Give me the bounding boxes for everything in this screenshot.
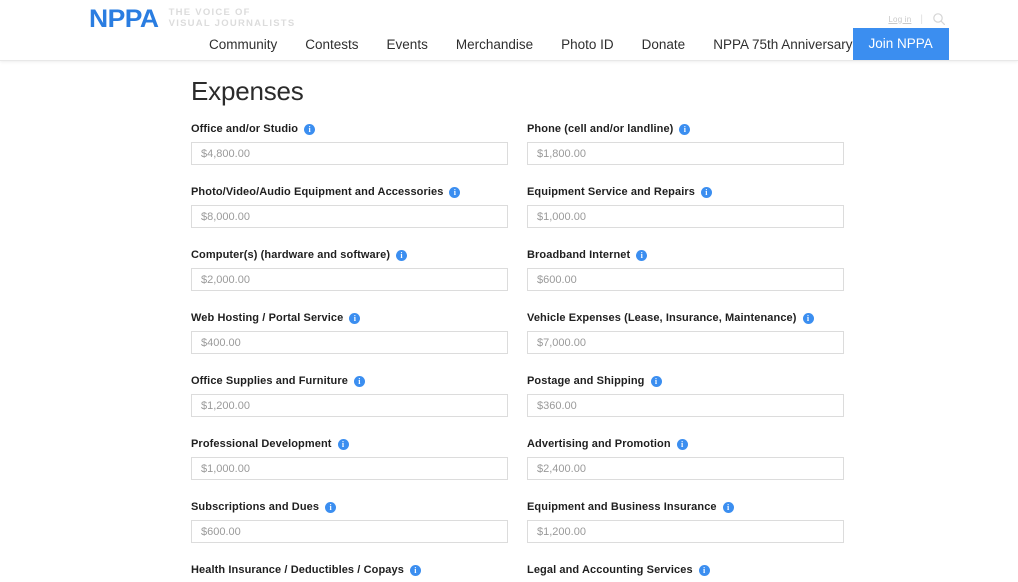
- info-icon[interactable]: i: [700, 186, 712, 198]
- nav-item-contests[interactable]: Contests: [305, 37, 358, 52]
- search-icon[interactable]: [932, 12, 946, 26]
- info-icon[interactable]: i: [325, 501, 337, 513]
- field-label-text: Legal and Accounting Services: [527, 564, 693, 576]
- field-professional-development: Professional Development i: [191, 437, 508, 480]
- expense-input[interactable]: [527, 268, 844, 291]
- expense-input[interactable]: [191, 142, 508, 165]
- expense-input[interactable]: [527, 394, 844, 417]
- expense-input[interactable]: [191, 457, 508, 480]
- info-icon[interactable]: i: [304, 123, 316, 135]
- field-label-text: Equipment Service and Repairs: [527, 186, 695, 198]
- field-computers: Computer(s) (hardware and software) i: [191, 248, 508, 291]
- login-link[interactable]: Log in: [888, 15, 911, 24]
- field-label: Vehicle Expenses (Lease, Insurance, Main…: [527, 311, 844, 325]
- nav-item-merchandise[interactable]: Merchandise: [456, 37, 533, 52]
- field-label: Postage and Shipping i: [527, 374, 844, 388]
- info-icon[interactable]: i: [409, 564, 421, 576]
- field-phone: Phone (cell and/or landline) i: [527, 122, 844, 165]
- brand-wordmark: NPPA: [89, 5, 159, 33]
- field-label: Photo/Video/Audio Equipment and Accessor…: [191, 185, 508, 199]
- expenses-form-grid: Office and/or Studio i Phone (cell and/o…: [191, 122, 845, 582]
- nav-item-donate[interactable]: Donate: [642, 37, 686, 52]
- nav-item-events[interactable]: Events: [387, 37, 428, 52]
- field-vehicle-expenses: Vehicle Expenses (Lease, Insurance, Main…: [527, 311, 844, 354]
- expense-input[interactable]: [191, 520, 508, 543]
- field-label: Legal and Accounting Services i: [527, 563, 844, 577]
- field-office-and-or-studio: Office and/or Studio i: [191, 122, 508, 165]
- expense-input[interactable]: [527, 142, 844, 165]
- field-label: Office and/or Studio i: [191, 122, 508, 136]
- field-office-supplies-and-furniture: Office Supplies and Furniture i: [191, 374, 508, 417]
- field-label: Computer(s) (hardware and software) i: [191, 248, 508, 262]
- site-header: NPPA THE VOICE OF VISUAL JOURNALISTS Log…: [0, 0, 1018, 61]
- field-label: Equipment Service and Repairs i: [527, 185, 844, 199]
- field-health-insurance: Health Insurance / Deductibles / Copays …: [191, 563, 508, 582]
- info-icon[interactable]: i: [449, 186, 461, 198]
- expense-input[interactable]: [191, 331, 508, 354]
- expense-input[interactable]: [527, 457, 844, 480]
- brand-tagline: THE VOICE OF VISUAL JOURNALISTS: [168, 7, 296, 29]
- info-icon[interactable]: i: [349, 312, 361, 324]
- content-container: Expenses Office and/or Studio i Phone (c…: [191, 67, 845, 582]
- info-icon[interactable]: i: [722, 501, 734, 513]
- field-label: Phone (cell and/or landline) i: [527, 122, 844, 136]
- join-nppa-button[interactable]: Join NPPA: [852, 28, 949, 60]
- info-icon[interactable]: i: [636, 249, 648, 261]
- field-label-text: Postage and Shipping: [527, 375, 645, 387]
- field-label-text: Health Insurance / Deductibles / Copays: [191, 564, 404, 576]
- expense-input[interactable]: [191, 394, 508, 417]
- field-postage-and-shipping: Postage and Shipping i: [527, 374, 844, 417]
- field-label: Web Hosting / Portal Service i: [191, 311, 508, 325]
- expense-input[interactable]: [191, 268, 508, 291]
- page-body: Expenses Office and/or Studio i Phone (c…: [0, 61, 1018, 582]
- expense-input[interactable]: [527, 331, 844, 354]
- field-label-text: Advertising and Promotion: [527, 438, 671, 450]
- field-label-text: Computer(s) (hardware and software): [191, 249, 391, 261]
- field-label-text: Equipment and Business Insurance: [527, 501, 717, 513]
- field-label-text: Phone (cell and/or landline): [527, 123, 674, 135]
- info-icon[interactable]: i: [676, 438, 688, 450]
- nav-item-community[interactable]: Community: [209, 37, 277, 52]
- field-equipment-service-and-repairs: Equipment Service and Repairs i: [527, 185, 844, 228]
- info-icon[interactable]: i: [353, 375, 365, 387]
- field-label: Subscriptions and Dues i: [191, 500, 508, 514]
- info-icon[interactable]: i: [650, 375, 662, 387]
- field-label: Health Insurance / Deductibles / Copays …: [191, 563, 508, 577]
- field-label-text: Web Hosting / Portal Service: [191, 312, 344, 324]
- info-icon[interactable]: i: [698, 564, 710, 576]
- field-label: Office Supplies and Furniture i: [191, 374, 508, 388]
- main-nav: Community Contests Events Merchandise Ph…: [209, 28, 949, 60]
- info-icon[interactable]: i: [337, 438, 349, 450]
- field-broadband-internet: Broadband Internet i: [527, 248, 844, 291]
- expense-input[interactable]: [191, 205, 508, 228]
- field-equipment-and-business-insurance: Equipment and Business Insurance i: [527, 500, 844, 543]
- field-label-text: Office Supplies and Furniture: [191, 375, 348, 387]
- info-icon[interactable]: i: [396, 249, 408, 261]
- info-icon[interactable]: i: [679, 123, 691, 135]
- utility-nav: Log in |: [888, 12, 946, 26]
- field-label-text: Office and/or Studio: [191, 123, 299, 135]
- field-label: Broadband Internet i: [527, 248, 844, 262]
- nav-item-photo-id[interactable]: Photo ID: [561, 37, 614, 52]
- field-subscriptions-and-dues: Subscriptions and Dues i: [191, 500, 508, 543]
- field-label-text: Subscriptions and Dues: [191, 501, 320, 513]
- field-photo-video-audio-equipment: Photo/Video/Audio Equipment and Accessor…: [191, 185, 508, 228]
- field-legal-and-accounting-services: Legal and Accounting Services i: [527, 563, 844, 582]
- field-label: Equipment and Business Insurance i: [527, 500, 844, 514]
- info-icon[interactable]: i: [802, 312, 814, 324]
- field-label: Professional Development i: [191, 437, 508, 451]
- field-advertising-and-promotion: Advertising and Promotion i: [527, 437, 844, 480]
- field-web-hosting-portal-service: Web Hosting / Portal Service i: [191, 311, 508, 354]
- expense-input[interactable]: [527, 205, 844, 228]
- nav-item-nppa-75th-anniversary[interactable]: NPPA 75th Anniversary: [713, 37, 852, 52]
- utility-divider: |: [920, 13, 923, 25]
- field-label-text: Professional Development: [191, 438, 332, 450]
- page-title: Expenses: [191, 76, 304, 106]
- field-label-text: Photo/Video/Audio Equipment and Accessor…: [191, 186, 444, 198]
- field-label: Advertising and Promotion i: [527, 437, 844, 451]
- expense-input[interactable]: [527, 520, 844, 543]
- field-label-text: Vehicle Expenses (Lease, Insurance, Main…: [527, 312, 797, 324]
- field-label-text: Broadband Internet: [527, 249, 631, 261]
